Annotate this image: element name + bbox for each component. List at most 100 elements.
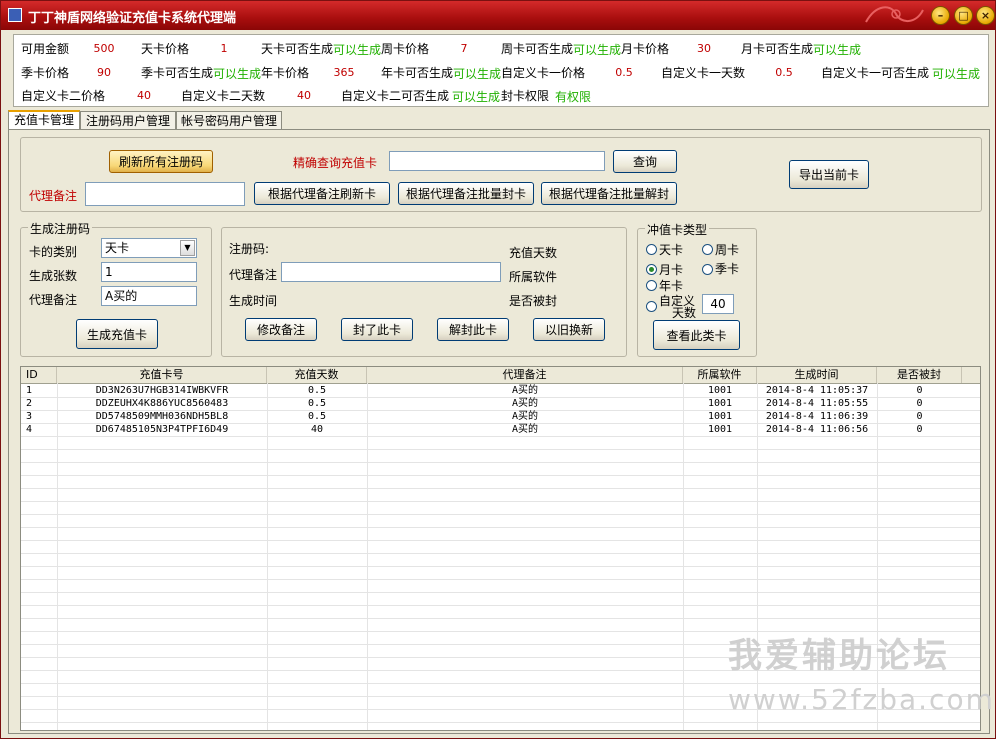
app-icon [8,8,22,22]
reg-code-label: 注册码: [229,242,270,256]
chevron-down-icon[interactable]: ▼ [180,240,195,256]
custom2-days-value: 40 [297,89,311,102]
radio-season[interactable] [702,264,713,275]
card-type-label: 卡的类别 [29,245,78,259]
close-icon[interactable]: × [976,6,995,25]
custom1-gen-value: 可以生成 [932,67,981,81]
custom2-price-label: 自定义卡二价格 [21,89,106,103]
ban-by-note-button[interactable]: 根据代理备注批量封卡 [398,182,534,205]
table-cell: DD5748509MMH036NDH5BL8 [95,411,229,422]
table-row[interactable]: 1 DD3N263U7HGB314IWBKVFR 0.5 A买的 1001 2014-8-… [21,384,980,397]
detail-note-label: 代理备注 [229,268,278,282]
table-header: ID 充值卡号 充值天数 代理备注 所属软件 生成时间 是否被封 [21,367,980,384]
gen-count-input[interactable]: 1 [101,262,197,282]
col-software[interactable]: 所属软件 [683,367,757,383]
table-cell: 2014-8-4 11:06:39 [765,411,869,422]
table-cell: 1 [26,385,33,396]
radio-day[interactable] [646,244,657,255]
table-cell: 1001 [707,398,733,409]
ban-card-button[interactable]: 封了此卡 [341,318,413,341]
table-row[interactable]: 2 DDZEUHX4K886YUC8560483 0.5 A买的 1001 2014-8-… [21,397,980,410]
table-cell: 1001 [707,424,733,435]
custom1-days-value: 0.5 [775,66,793,79]
table-row[interactable]: 4 DD67485105N3P4TPFI6D49 40 A买的 1001 2014-8-4… [21,423,980,436]
radio-month[interactable] [646,264,657,275]
exact-query-input[interactable] [389,151,605,171]
week-gen-value: 可以生成 [573,43,622,57]
season-price-label: 季卡价格 [21,66,70,80]
season-gen-label: 季卡可否生成 [141,66,214,80]
custom2-gen-value: 可以生成 [452,90,501,104]
table-row[interactable]: 3 DD5748509MMH036NDH5BL8 0.5 A买的 1001 2014-8-… [21,410,980,423]
custom2-gen-label: 自定义卡二可否生成 [341,89,450,103]
gen-count-label: 生成张数 [29,269,78,283]
grid-line [21,488,980,489]
card-type-select[interactable]: 天卡 ▼ [101,238,197,258]
export-button[interactable]: 导出当前卡 [789,160,869,189]
table-cell: 40 [310,424,324,435]
col-note[interactable]: 代理备注 [367,367,683,383]
day-gen-label: 天卡可否生成 [261,42,334,56]
unban-by-note-button[interactable]: 根据代理备注批量解封 [541,182,677,205]
grid-line [21,553,980,554]
tab-regcode-users[interactable]: 注册码用户管理 [80,111,176,129]
radio-week[interactable] [702,244,713,255]
title-bar[interactable]: 丁丁神盾网络验证充值卡系统代理端 – □ × [1,1,995,30]
custom1-price-label: 自定义卡一价格 [501,66,586,80]
window-title: 丁丁神盾网络验证充值卡系统代理端 [28,11,237,26]
grid-line [21,722,980,723]
grid-line [21,501,980,502]
table-cell: 2014-8-4 11:05:55 [765,398,869,409]
unban-card-button[interactable]: 解封此卡 [437,318,509,341]
refresh-all-button[interactable]: 刷新所有注册码 [109,150,213,173]
view-type-button[interactable]: 查看此类卡 [653,320,740,350]
radio-custom-label-2: 天数 [672,306,697,320]
grid-line [21,449,980,450]
renew-card-button[interactable]: 以旧换新 [533,318,605,341]
account-info-panel: 可用金额 500 天卡价格 1 天卡可否生成 可以生成 周卡价格 7 周卡可否生… [13,34,989,107]
agent-note-input[interactable] [85,182,245,206]
table-cell: A买的 [511,424,539,435]
custom1-price-value: 0.5 [615,66,633,79]
col-time[interactable]: 生成时间 [757,367,877,383]
col-card-no[interactable]: 充值卡号 [57,367,267,383]
table-cell: 0.5 [307,398,327,409]
col-id[interactable]: ID [21,367,57,383]
tab-account-users[interactable]: 帐号密码用户管理 [176,111,282,129]
season-gen-value: 可以生成 [213,67,262,81]
grid-line [21,527,980,528]
maximize-icon[interactable]: □ [954,6,973,25]
col-banned[interactable]: 是否被封 [877,367,962,383]
radio-year[interactable] [646,280,657,291]
table-cell: 0.5 [307,411,327,422]
custom2-price-value: 40 [137,89,151,102]
table-cell: 2014-8-4 11:06:56 [765,424,869,435]
table-cell: 0 [916,424,923,435]
minimize-icon[interactable]: – [931,6,950,25]
gen-time-label: 生成时间 [229,294,278,308]
radio-custom[interactable] [646,301,657,312]
tab-recharge-cards[interactable]: 充值卡管理 [8,110,80,130]
edit-note-button[interactable]: 修改备注 [245,318,317,341]
detail-note-input[interactable] [281,262,501,282]
table-cell: 0 [916,385,923,396]
gen-note-input[interactable]: A买的 [101,286,197,306]
custom2-days-label: 自定义卡二天数 [181,89,266,103]
custom-days-input[interactable]: 40 [702,294,734,314]
generate-card-button[interactable]: 生成充值卡 [76,319,158,349]
table-cell: A买的 [511,411,539,422]
grid-line [21,605,980,606]
col-days[interactable]: 充值天数 [267,367,367,383]
card-type-value: 天卡 [105,241,130,255]
query-button[interactable]: 查询 [613,150,677,173]
ban-perm-label: 封卡权限 [501,89,550,103]
exact-query-label: 精确查询充值卡 [293,156,378,170]
refresh-by-note-button[interactable]: 根据代理备注刷新卡 [254,182,390,205]
grid-line [21,566,980,567]
day-gen-value: 可以生成 [333,43,382,57]
table-cell: 4 [26,424,33,435]
generate-group-title: 生成注册码 [28,220,93,237]
year-price-label: 年卡价格 [261,66,310,80]
custom1-gen-label: 自定义卡一可否生成 [821,66,930,80]
table-cell: 0 [916,411,923,422]
